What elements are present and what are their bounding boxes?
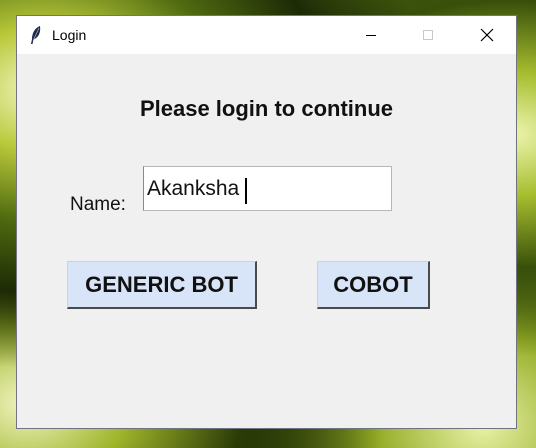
maximize-button[interactable] [405, 16, 451, 54]
cobot-button[interactable]: COBOT [317, 261, 430, 309]
name-label: Name: [70, 194, 126, 215]
close-button[interactable] [464, 16, 510, 54]
window-title: Login [52, 27, 87, 43]
generic-bot-button[interactable]: GENERIC BOT [67, 261, 257, 309]
text-caret [245, 178, 247, 204]
close-icon [480, 28, 494, 42]
minimize-button[interactable] [348, 16, 394, 54]
login-heading: Please login to continue [139, 96, 394, 121]
login-window: Login Please login to continue Name: GEN… [16, 15, 517, 429]
feather-icon [31, 26, 41, 44]
name-input[interactable] [143, 166, 392, 211]
minimize-icon [366, 35, 376, 36]
title-bar[interactable]: Login [17, 16, 516, 54]
maximize-icon [423, 30, 433, 40]
